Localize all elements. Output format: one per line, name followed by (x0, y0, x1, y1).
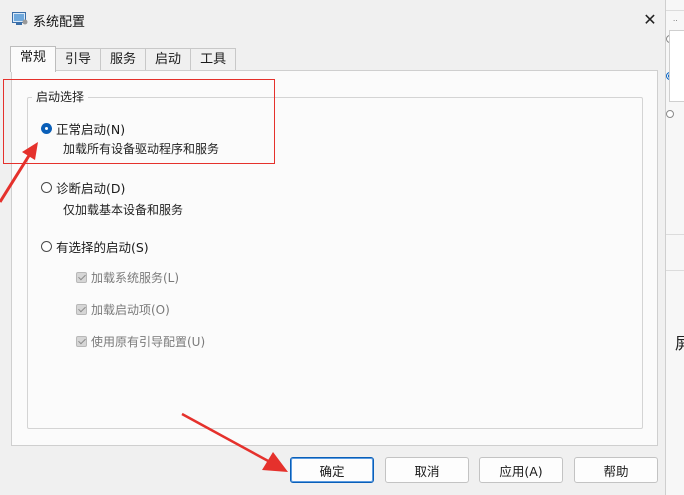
system-config-app-icon (12, 12, 28, 25)
bg-text: 屏 (675, 330, 684, 354)
tab-startup[interactable]: 启动 (145, 48, 192, 71)
tab-bar: 常规 引导 服务 启动 工具 (10, 46, 237, 72)
checkbox-label: 加载系统服务(L) (91, 271, 180, 285)
close-button[interactable]: ✕ (636, 6, 664, 32)
radio-selective-startup[interactable]: 有选择的启动(S) (41, 237, 149, 256)
checkbox-label: 加载启动项(O) (91, 303, 170, 317)
close-icon: ✕ (643, 9, 657, 29)
window-title: 系统配置 (33, 15, 86, 30)
radio-selective-label: 有选择的启动(S) (56, 240, 149, 255)
diagnostic-startup-description: 仅加载基本设备和服务 (63, 203, 184, 217)
system-config-dialog: 系统配置 ✕ 常规 引导 服务 启动 工具 启动选择 正常启动(N) 加载所有设… (0, 0, 666, 495)
radio-diagnostic-startup[interactable]: 诊断启动(D) (41, 178, 125, 197)
annotation-highlight-box (3, 79, 275, 164)
checkbox-use-original-boot-config[interactable]: 使用原有引导配置(U) (76, 333, 205, 350)
checkbox-checked-disabled-icon (76, 304, 87, 315)
cancel-button[interactable]: 取消 (385, 457, 469, 483)
tab-services[interactable]: 服务 (100, 48, 147, 71)
checkbox-load-startup-items[interactable]: 加载启动项(O) (76, 301, 170, 318)
background-window: .. 屏 (664, 0, 684, 495)
checkbox-checked-disabled-icon (76, 336, 87, 347)
radio-unchecked-icon (41, 182, 52, 193)
bg-radio-icon (666, 110, 674, 118)
tab-tools[interactable]: 工具 (190, 48, 237, 71)
checkbox-checked-disabled-icon (76, 272, 87, 283)
tab-boot[interactable]: 引导 (55, 48, 102, 71)
title-bar: 系统配置 ✕ (0, 0, 665, 38)
radio-diagnostic-label: 诊断启动(D) (56, 181, 126, 196)
help-button[interactable]: 帮助 (574, 457, 658, 483)
bg-panel (669, 30, 684, 102)
tab-general[interactable]: 常规 (10, 46, 57, 72)
ok-button[interactable]: 确定 (290, 457, 374, 483)
radio-unchecked-icon (41, 241, 52, 252)
checkbox-label: 使用原有引导配置(U) (91, 335, 206, 349)
checkbox-load-system-services[interactable]: 加载系统服务(L) (76, 269, 179, 286)
apply-button[interactable]: 应用(A) (479, 457, 563, 483)
